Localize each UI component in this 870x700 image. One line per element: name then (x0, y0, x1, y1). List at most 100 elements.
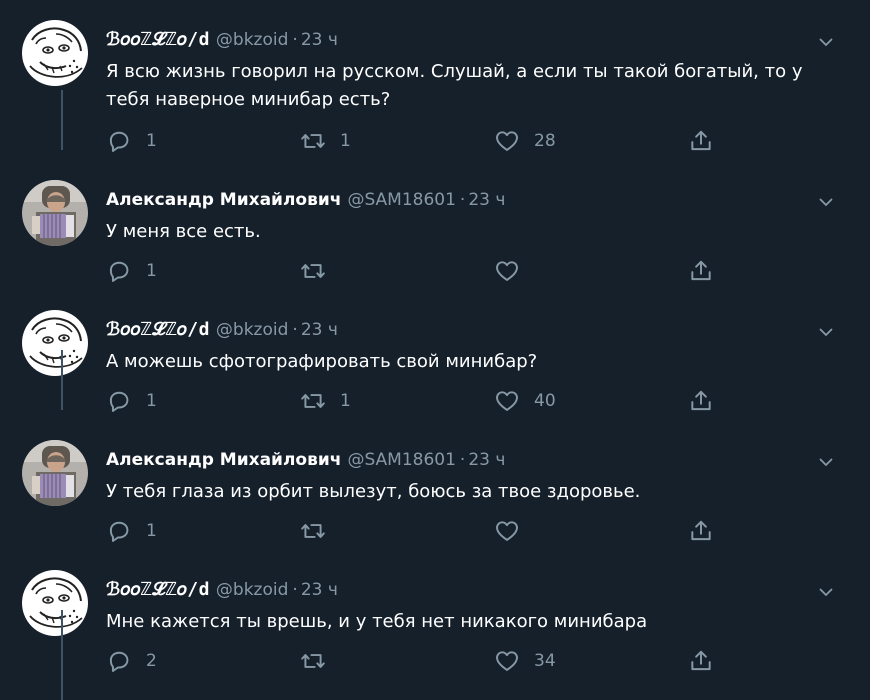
author-name[interactable]: Александр Михайлович (106, 190, 341, 210)
like-button[interactable] (494, 516, 534, 546)
avatar[interactable] (22, 20, 88, 86)
retweet-icon (300, 518, 326, 544)
retweet-count: 1 (340, 131, 351, 151)
author-name[interactable]: ℬ𝑜𝑜ℤ𝓛ℤ𝑜/d (106, 579, 210, 600)
separator-dot: · (459, 190, 466, 210)
chevron-down-icon[interactable] (816, 582, 836, 602)
tweet-header: Александр Михайлович @SAM18601 · 23 ч (106, 446, 505, 474)
like-button[interactable]: 28 (494, 126, 556, 156)
reply-count: 1 (146, 391, 157, 411)
like-button[interactable]: 40 (494, 386, 556, 416)
like-icon (494, 258, 520, 284)
share-icon (688, 518, 714, 544)
chevron-down-icon[interactable] (816, 452, 836, 472)
author-name[interactable]: ℬ𝑜𝑜ℤ𝓛ℤ𝑜/d (106, 29, 210, 50)
reply-count: 1 (146, 131, 157, 151)
share-button[interactable] (688, 386, 714, 416)
thread-connector-line (61, 350, 63, 410)
like-icon (494, 518, 520, 544)
avatar[interactable] (22, 180, 88, 246)
share-button[interactable] (688, 516, 714, 546)
thread-connector-line (61, 610, 63, 700)
like-count: 28 (534, 131, 556, 151)
share-icon (688, 648, 714, 674)
separator-dot: · (292, 320, 298, 340)
author-handle[interactable]: @bkzoid (216, 30, 288, 50)
separator-dot: · (459, 450, 466, 470)
tweet[interactable]: Александр Михайлович @SAM18601 · 23 ч У меня… (0, 162, 870, 292)
retweet-count: 1 (340, 391, 351, 411)
tweet-text: У меня все есть. (106, 221, 261, 242)
chevron-down-icon[interactable] (816, 322, 836, 342)
reply-button[interactable]: 1 (106, 386, 157, 416)
reply-icon (106, 388, 132, 414)
reply-icon (106, 518, 132, 544)
timestamp[interactable]: 23 ч (301, 320, 338, 340)
avatar[interactable] (22, 440, 88, 506)
like-icon (494, 388, 520, 414)
avatar[interactable] (22, 310, 88, 376)
retweet-button[interactable] (300, 646, 340, 676)
like-icon (494, 648, 520, 674)
tweet-text: А можешь сфотографировать свой минибар? (106, 351, 538, 372)
author-handle[interactable]: @SAM18601 (347, 190, 455, 210)
reply-icon (106, 258, 132, 284)
share-button[interactable] (688, 646, 714, 676)
reply-icon (106, 128, 132, 154)
reply-count: 2 (146, 651, 157, 671)
author-name[interactable]: Александр Михайлович (106, 450, 341, 470)
share-icon (688, 388, 714, 414)
author-name[interactable]: ℬ𝑜𝑜ℤ𝓛ℤ𝑜/d (106, 319, 210, 340)
retweet-button[interactable] (300, 516, 340, 546)
tweet-header: ℬ𝑜𝑜ℤ𝓛ℤ𝑜/d @bkzoid · 23 ч (106, 576, 338, 604)
like-button[interactable] (494, 256, 534, 286)
timestamp[interactable]: 23 ч (468, 450, 505, 470)
share-icon (688, 128, 714, 154)
tweet-thread: ℬ𝑜𝑜ℤ𝓛ℤ𝑜/d @bkzoid · 23 чЯ всю жизнь говорил… (0, 0, 870, 700)
reply-button[interactable]: 1 (106, 516, 157, 546)
tweet-actions: 1 1 28 (106, 126, 736, 156)
retweet-icon (300, 128, 326, 154)
tweet-actions: 1 (106, 516, 736, 546)
author-handle[interactable]: @bkzoid (216, 580, 288, 600)
author-handle[interactable]: @SAM18601 (347, 450, 455, 470)
timestamp[interactable]: 23 ч (301, 580, 338, 600)
like-count: 40 (534, 391, 556, 411)
tweet-header: Александр Михайлович @SAM18601 · 23 ч (106, 186, 505, 214)
retweet-button[interactable]: 1 (300, 126, 351, 156)
tweet-text: У тебя глаза из орбит вылезут, боюсь за … (106, 481, 641, 502)
avatar[interactable] (22, 570, 88, 636)
tweet[interactable]: ℬ𝑜𝑜ℤ𝓛ℤ𝑜/d @bkzoid · 23 ч Я всю жизнь говорил… (0, 2, 870, 152)
tweet-text: Я всю жизнь говорил на русском. Слушай, … (106, 61, 803, 110)
tweet-header: ℬ𝑜𝑜ℤ𝓛ℤ𝑜/d @bkzoid · 23 ч (106, 26, 338, 54)
tweet-actions: 2 34 (106, 646, 736, 676)
share-icon (688, 258, 714, 284)
separator-dot: · (292, 30, 298, 50)
retweet-button[interactable] (300, 256, 340, 286)
author-handle[interactable]: @bkzoid (216, 320, 288, 340)
timestamp[interactable]: 23 ч (468, 190, 505, 210)
tweet-actions: 1 (106, 256, 736, 286)
separator-dot: · (292, 580, 298, 600)
share-button[interactable] (688, 256, 714, 286)
retweet-icon (300, 258, 326, 284)
tweet[interactable]: Александр Михайлович @SAM18601 · 23 ч У тебя… (0, 422, 870, 552)
tweet-header: ℬ𝑜𝑜ℤ𝓛ℤ𝑜/d @bkzoid · 23 ч (106, 316, 338, 344)
share-button[interactable] (688, 126, 714, 156)
retweet-button[interactable]: 1 (300, 386, 351, 416)
like-button[interactable]: 34 (494, 646, 556, 676)
reply-count: 1 (146, 261, 157, 281)
retweet-icon (300, 388, 326, 414)
chevron-down-icon[interactable] (816, 32, 836, 52)
tweet[interactable]: ℬ𝑜𝑜ℤ𝓛ℤ𝑜/d @bkzoid · 23 ч Мне кажется ты вреш… (0, 552, 870, 682)
chevron-down-icon[interactable] (816, 192, 836, 212)
retweet-icon (300, 648, 326, 674)
tweet[interactable]: ℬ𝑜𝑜ℤ𝓛ℤ𝑜/d @bkzoid · 23 ч А можешь сфотографи… (0, 292, 870, 422)
reply-icon (106, 648, 132, 674)
thread-connector-line (61, 90, 63, 150)
timestamp[interactable]: 23 ч (301, 30, 338, 50)
reply-button[interactable]: 1 (106, 126, 157, 156)
reply-button[interactable]: 2 (106, 646, 157, 676)
tweet-text: Мне кажется ты врешь, и у тебя нет никак… (106, 611, 648, 632)
reply-button[interactable]: 1 (106, 256, 157, 286)
